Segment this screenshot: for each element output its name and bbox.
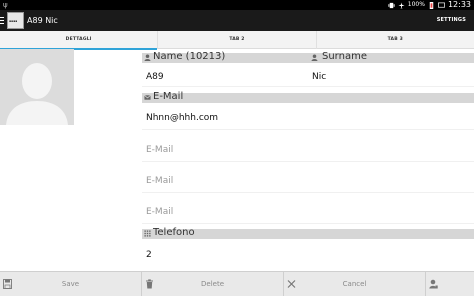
email-field-1[interactable]: Nhnn@hhh.com <box>146 113 218 124</box>
save-label: Save <box>61 280 80 288</box>
tab-2[interactable]: TAB 2 <box>158 31 317 49</box>
name-field[interactable]: A89 <box>146 72 164 83</box>
app-logo[interactable]: ▪▪▪▪ <box>7 12 24 29</box>
email-field-4[interactable]: E-Mail <box>146 207 173 218</box>
status-bar: ψ 100% 12:33 <box>0 0 474 10</box>
phone-label: Telefono <box>153 227 195 238</box>
delete-label: Delete <box>201 280 224 288</box>
name-label: Name (10213) <box>153 51 226 62</box>
avatar-placeholder-icon <box>0 49 74 125</box>
name-section-header: Name (10213) Surname <box>142 51 474 63</box>
page-title: A89 Nic <box>27 16 58 25</box>
tab-dettagli[interactable]: DETTAGLI <box>0 31 159 50</box>
tab-bar: DETTAGLI TAB 2 TAB 3 <box>0 31 474 50</box>
cast-icon <box>438 2 445 8</box>
clock: 12:33 <box>447 0 471 9</box>
delete-button[interactable]: Delete <box>142 272 284 296</box>
email-underline-4 <box>142 223 474 224</box>
settings-button[interactable]: SETTINGS <box>437 10 466 31</box>
email-underline-1 <box>142 129 474 130</box>
battery-icon <box>429 1 434 9</box>
email-label: E-Mail <box>153 91 184 102</box>
contact-button[interactable] <box>426 272 474 296</box>
usb-icon: ψ <box>3 1 8 9</box>
email-field-3[interactable]: E-Mail <box>146 176 173 187</box>
surname-label: Surname <box>322 51 367 62</box>
email-section-header: E-Mail <box>142 91 474 103</box>
email-field-2[interactable]: E-Mail <box>146 145 173 156</box>
vibrate-icon <box>388 2 395 8</box>
battery-percent: 100% <box>407 1 425 8</box>
email-underline-3 <box>142 192 474 193</box>
surname-field[interactable]: Nic <box>312 72 326 83</box>
name-underline <box>142 86 474 87</box>
cancel-button[interactable]: Cancel <box>284 272 426 296</box>
bottom-action-bar: Save Delete Cancel <box>0 271 474 296</box>
dialpad-icon <box>144 230 151 237</box>
email-underline-2 <box>142 161 474 162</box>
cancel-label: Cancel <box>342 280 367 288</box>
action-bar: ▪▪▪▪ A89 Nic SETTINGS <box>0 10 474 31</box>
person-icon <box>144 54 151 61</box>
menu-icon[interactable] <box>0 16 5 25</box>
person-icon <box>429 279 438 289</box>
phone-section-header: Telefono <box>142 227 474 239</box>
phone-field[interactable]: 2 <box>146 250 152 261</box>
person-icon <box>311 54 318 61</box>
envelope-icon <box>144 95 151 100</box>
tab-3[interactable]: TAB 3 <box>317 31 474 49</box>
avatar[interactable] <box>0 49 74 125</box>
save-button[interactable]: Save <box>0 272 142 296</box>
airplane-icon <box>398 1 405 8</box>
